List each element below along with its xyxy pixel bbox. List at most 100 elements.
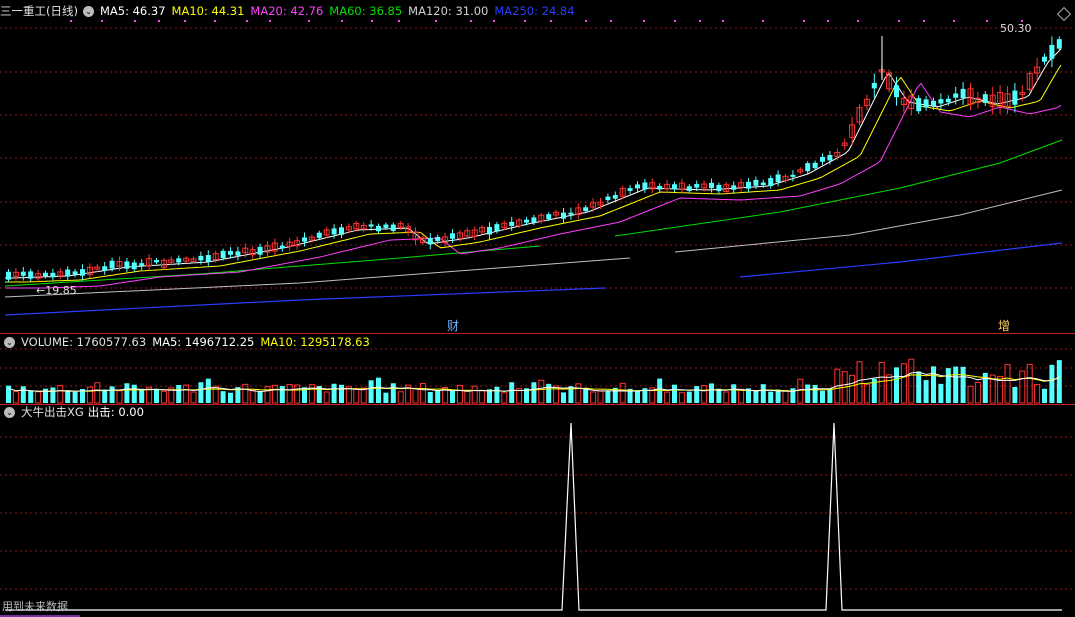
candle-down [509, 221, 515, 226]
volume-bar-up [397, 391, 404, 404]
candle-down [65, 269, 71, 277]
signal-dot [803, 20, 805, 22]
volume-bar-down [1012, 386, 1018, 403]
candle-down [812, 162, 818, 169]
volume-bar-down [109, 386, 115, 403]
candle-down [1042, 56, 1047, 62]
price-chart[interactable] [0, 0, 1075, 333]
indicator-signal-line [5, 422, 1062, 611]
candle-down [894, 85, 899, 98]
event-marker-cai[interactable]: 财 [447, 317, 459, 334]
candle-down [923, 99, 929, 108]
candle-down [820, 156, 825, 162]
candle-down [6, 271, 11, 280]
volume-bar-down [368, 380, 374, 403]
volume-bar-down [50, 387, 56, 403]
volume-bar-down [923, 380, 929, 403]
signal-dot [246, 20, 248, 22]
volume-bar-down [383, 392, 389, 403]
volume-bar-down [257, 391, 263, 403]
candle-down [383, 224, 389, 228]
volume-bar-down [716, 388, 722, 403]
volume-bar-up [886, 374, 893, 404]
candle-down [731, 185, 737, 190]
volume-bar-down [931, 366, 936, 403]
volume-bar-up [590, 391, 597, 404]
signal-dot [398, 20, 400, 22]
candle-down [1049, 44, 1055, 59]
candle-down [827, 155, 833, 161]
candle-down [1056, 39, 1062, 49]
candle-down [43, 272, 48, 277]
candle-down [805, 163, 811, 172]
volume-bar-down [753, 390, 759, 403]
signal-dot [610, 20, 612, 22]
volume-bar-down [376, 377, 381, 403]
volume-bar-down [531, 382, 537, 403]
volume-bar-down [102, 389, 108, 403]
volume-bar-up [116, 390, 123, 404]
volume-bar-up [286, 383, 293, 404]
high-price-label: 50.30 [1000, 22, 1032, 35]
volume-bar-down [154, 388, 159, 403]
volume-bar-down [220, 391, 226, 403]
candle-down [102, 266, 108, 271]
candle-down [768, 178, 774, 186]
candle-down [368, 224, 374, 227]
volume-bar-down [198, 382, 204, 403]
ma5-line [5, 48, 1062, 279]
volume-bar-up [849, 374, 856, 404]
signal-dot [643, 20, 645, 22]
signal-dot [827, 20, 829, 22]
volume-bar-down [331, 383, 337, 403]
signal-dot [308, 20, 310, 22]
volume-bar-up [900, 363, 907, 404]
candle-down [524, 219, 529, 223]
volume-bar-down [827, 388, 833, 403]
candle-down [390, 224, 396, 231]
candle-down [716, 184, 722, 192]
volume-bar-down [390, 383, 396, 403]
volume-bar-up [353, 388, 360, 404]
candle-down [124, 261, 130, 269]
volume-bar-down [72, 391, 78, 403]
volume-bar-down [694, 386, 700, 403]
signal-dot [953, 20, 955, 22]
volume-bar-up [908, 358, 915, 404]
future-data-warning: 用到未来数据 [2, 600, 68, 613]
volume-bar-down [916, 371, 922, 403]
volume-bar-up [1034, 383, 1041, 404]
signal-dot [101, 20, 103, 22]
volume-bar-down [805, 384, 811, 403]
candle-down [657, 185, 663, 190]
volume-bar-down [1056, 360, 1062, 403]
signal-dot [857, 20, 859, 22]
candle-down [753, 179, 759, 186]
volume-bar-down [509, 382, 515, 403]
candle-down [709, 182, 714, 189]
volume-bar-down [709, 383, 714, 403]
event-marker-zeng[interactable]: 增 [998, 317, 1010, 334]
volume-bar-up [863, 383, 870, 404]
indicator-chart[interactable] [0, 405, 1075, 617]
candle-down [72, 271, 78, 275]
signal-dot [184, 20, 186, 22]
candle-down [605, 196, 611, 201]
volume-bar-down [450, 390, 455, 403]
volume-bar-up [1019, 370, 1026, 404]
signal-dot [470, 20, 472, 22]
candle-down [960, 88, 966, 99]
volume-bar-up [183, 384, 190, 404]
candle-down [982, 94, 988, 103]
volume-bar-up [12, 391, 19, 404]
volume-bar-up [57, 384, 64, 404]
candle-down [775, 174, 781, 183]
volume-bar-down [131, 384, 137, 403]
signal-dot [722, 20, 724, 22]
candle-down [376, 225, 381, 232]
volume-bar-up [471, 385, 478, 404]
volume-bar-up [323, 391, 330, 404]
volume-bar-down [494, 386, 500, 403]
volume-chart[interactable] [0, 334, 1075, 404]
signal-dot [986, 20, 988, 22]
